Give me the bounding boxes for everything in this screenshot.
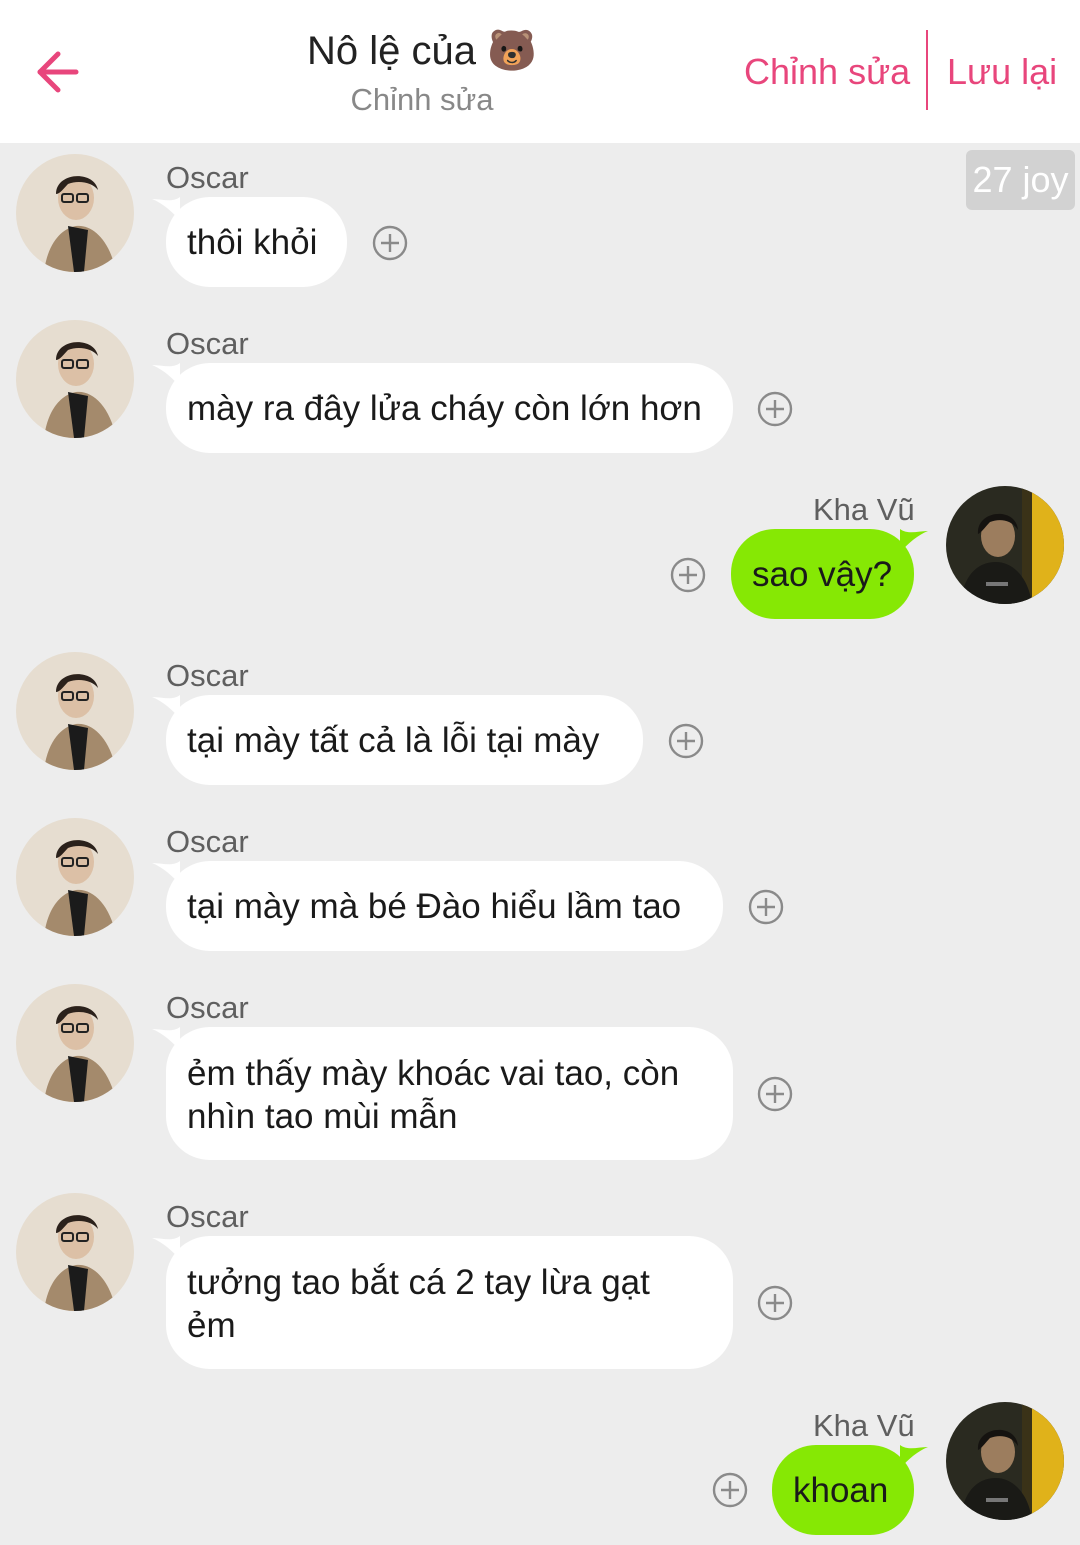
message-bubble[interactable]: tại mày mà bé Đào hiểu lầm tao [166, 861, 723, 951]
sender-name: Oscar [166, 326, 249, 361]
plus-circle-icon [757, 391, 793, 427]
message-text: tưởng tao bắt cá 2 tay lừa gạt ẻm [187, 1263, 650, 1345]
avatar-oscar[interactable] [16, 320, 134, 438]
sender-name: Oscar [166, 160, 249, 195]
header-divider [926, 30, 928, 110]
avatar-oscar[interactable] [16, 1193, 134, 1311]
message-bubble[interactable]: tại mày tất cả là lỗi tại mày [166, 695, 643, 785]
plus-circle-icon [748, 889, 784, 925]
avatar-kha-vu[interactable] [946, 486, 1064, 604]
message-bubble[interactable]: tưởng tao bắt cá 2 tay lừa gạt ẻm [166, 1236, 733, 1369]
avatar-kha-vu[interactable] [946, 1402, 1064, 1520]
add-reaction-button[interactable] [757, 1285, 793, 1321]
message-bubble[interactable]: thôi khỏi [166, 197, 347, 287]
arrow-left-icon [37, 51, 79, 93]
sender-name: Kha Vũ [813, 492, 915, 527]
plus-circle-icon [757, 1285, 793, 1321]
plus-circle-icon [372, 225, 408, 261]
add-reaction-button[interactable] [670, 557, 706, 593]
sender-name: Oscar [166, 824, 249, 859]
sender-name: Oscar [166, 1199, 249, 1234]
message-bubble[interactable]: ẻm thấy mày khoác vai tao, còn nhìn tao … [166, 1027, 733, 1160]
chat-subtitle: Chỉnh sửa [350, 82, 494, 117]
sender-name: Oscar [166, 658, 249, 693]
avatar-oscar[interactable] [16, 154, 134, 272]
plus-circle-icon [668, 723, 704, 759]
avatar-oscar[interactable] [16, 818, 134, 936]
edit-button[interactable]: Chỉnh sửa [744, 48, 910, 96]
add-reaction-button[interactable] [668, 723, 704, 759]
plus-circle-icon [712, 1472, 748, 1508]
message-bubble[interactable]: khoan [772, 1445, 914, 1535]
chat-title: Nô lệ của 🐻 [307, 29, 537, 73]
message-bubble[interactable]: sao vậy? [731, 529, 914, 619]
back-button[interactable] [32, 46, 84, 98]
avatar-oscar[interactable] [16, 984, 134, 1102]
avatar-oscar[interactable] [16, 652, 134, 770]
add-reaction-button[interactable] [372, 225, 408, 261]
plus-circle-icon [757, 1076, 793, 1112]
add-reaction-button[interactable] [748, 889, 784, 925]
title-block: Nô lệ của 🐻 Chỉnh sửa [180, 26, 664, 122]
message-text: tại mày mà bé Đào hiểu lầm tao [187, 887, 682, 926]
sender-name: Kha Vũ [813, 1408, 915, 1443]
message-text: thôi khỏi [187, 223, 318, 262]
add-reaction-button[interactable] [757, 391, 793, 427]
message-text: mày ra đây lửa cháy còn lớn hơn [187, 389, 702, 428]
sender-name: Oscar [166, 990, 249, 1025]
message-bubble[interactable]: mày ra đây lửa cháy còn lớn hơn [166, 363, 733, 453]
add-reaction-button[interactable] [712, 1472, 748, 1508]
message-text: ẻm thấy mày khoác vai tao, còn nhìn tao … [187, 1054, 680, 1136]
message-text: sao vậy? [752, 555, 893, 594]
date-badge: 27 joy [966, 150, 1075, 210]
plus-circle-icon [670, 557, 706, 593]
save-button[interactable]: Lưu lại [947, 48, 1057, 96]
message-text: khoan [793, 1471, 889, 1510]
message-text: tại mày tất cả là lỗi tại mày [187, 721, 600, 760]
add-reaction-button[interactable] [757, 1076, 793, 1112]
chat-header: Nô lệ của 🐻 Chỉnh sửa Chỉnh sửa Lưu lại [0, 0, 1080, 143]
